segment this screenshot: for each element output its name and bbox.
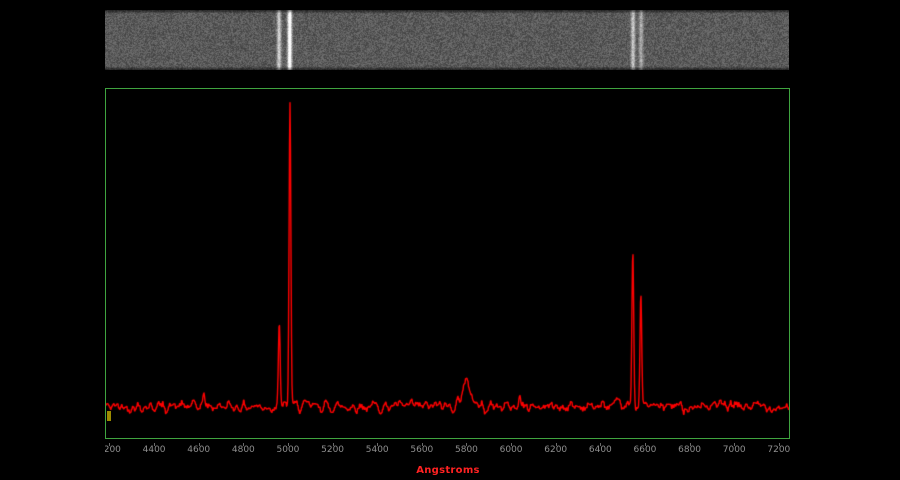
x-axis-title-row: Angstroms — [105, 458, 791, 477]
x-axis-title: Angstroms — [416, 465, 480, 476]
x-tick-label: 4400 — [143, 445, 166, 455]
x-tick-label: 6800 — [678, 445, 701, 455]
x-tick-label: 4200 — [105, 445, 121, 455]
x-tick-label: 6400 — [589, 445, 612, 455]
baseline-marker — [107, 411, 111, 421]
x-tick-label: 6600 — [634, 445, 657, 455]
x-tick-label: 4600 — [187, 445, 210, 455]
x-tick-label: 4800 — [232, 445, 255, 455]
spectrum-image-canvas — [105, 10, 789, 70]
x-tick-label: 7200 — [767, 445, 790, 455]
x-tick-label: 5600 — [410, 445, 433, 455]
x-axis-tick-row: 4200 4400 4600 4800 5000 5200 5400 5600 5800 6000… — [105, 443, 791, 457]
x-tick-label: 5400 — [366, 445, 389, 455]
x-tick-label: 6200 — [544, 445, 567, 455]
spectrum-plot-frame[interactable] — [105, 88, 790, 439]
x-tick-label: 5800 — [455, 445, 478, 455]
spectrum-image-strip — [105, 10, 789, 70]
x-tick-label: 5200 — [321, 445, 344, 455]
x-tick-label: 7000 — [723, 445, 746, 455]
x-tick-label: 6000 — [500, 445, 523, 455]
spectrum-app-window: 4200 4400 4600 4800 5000 5200 5400 5600 5800 6000… — [0, 0, 900, 480]
x-tick-label: 5000 — [277, 445, 300, 455]
spectrum-plot-canvas[interactable] — [106, 89, 789, 438]
